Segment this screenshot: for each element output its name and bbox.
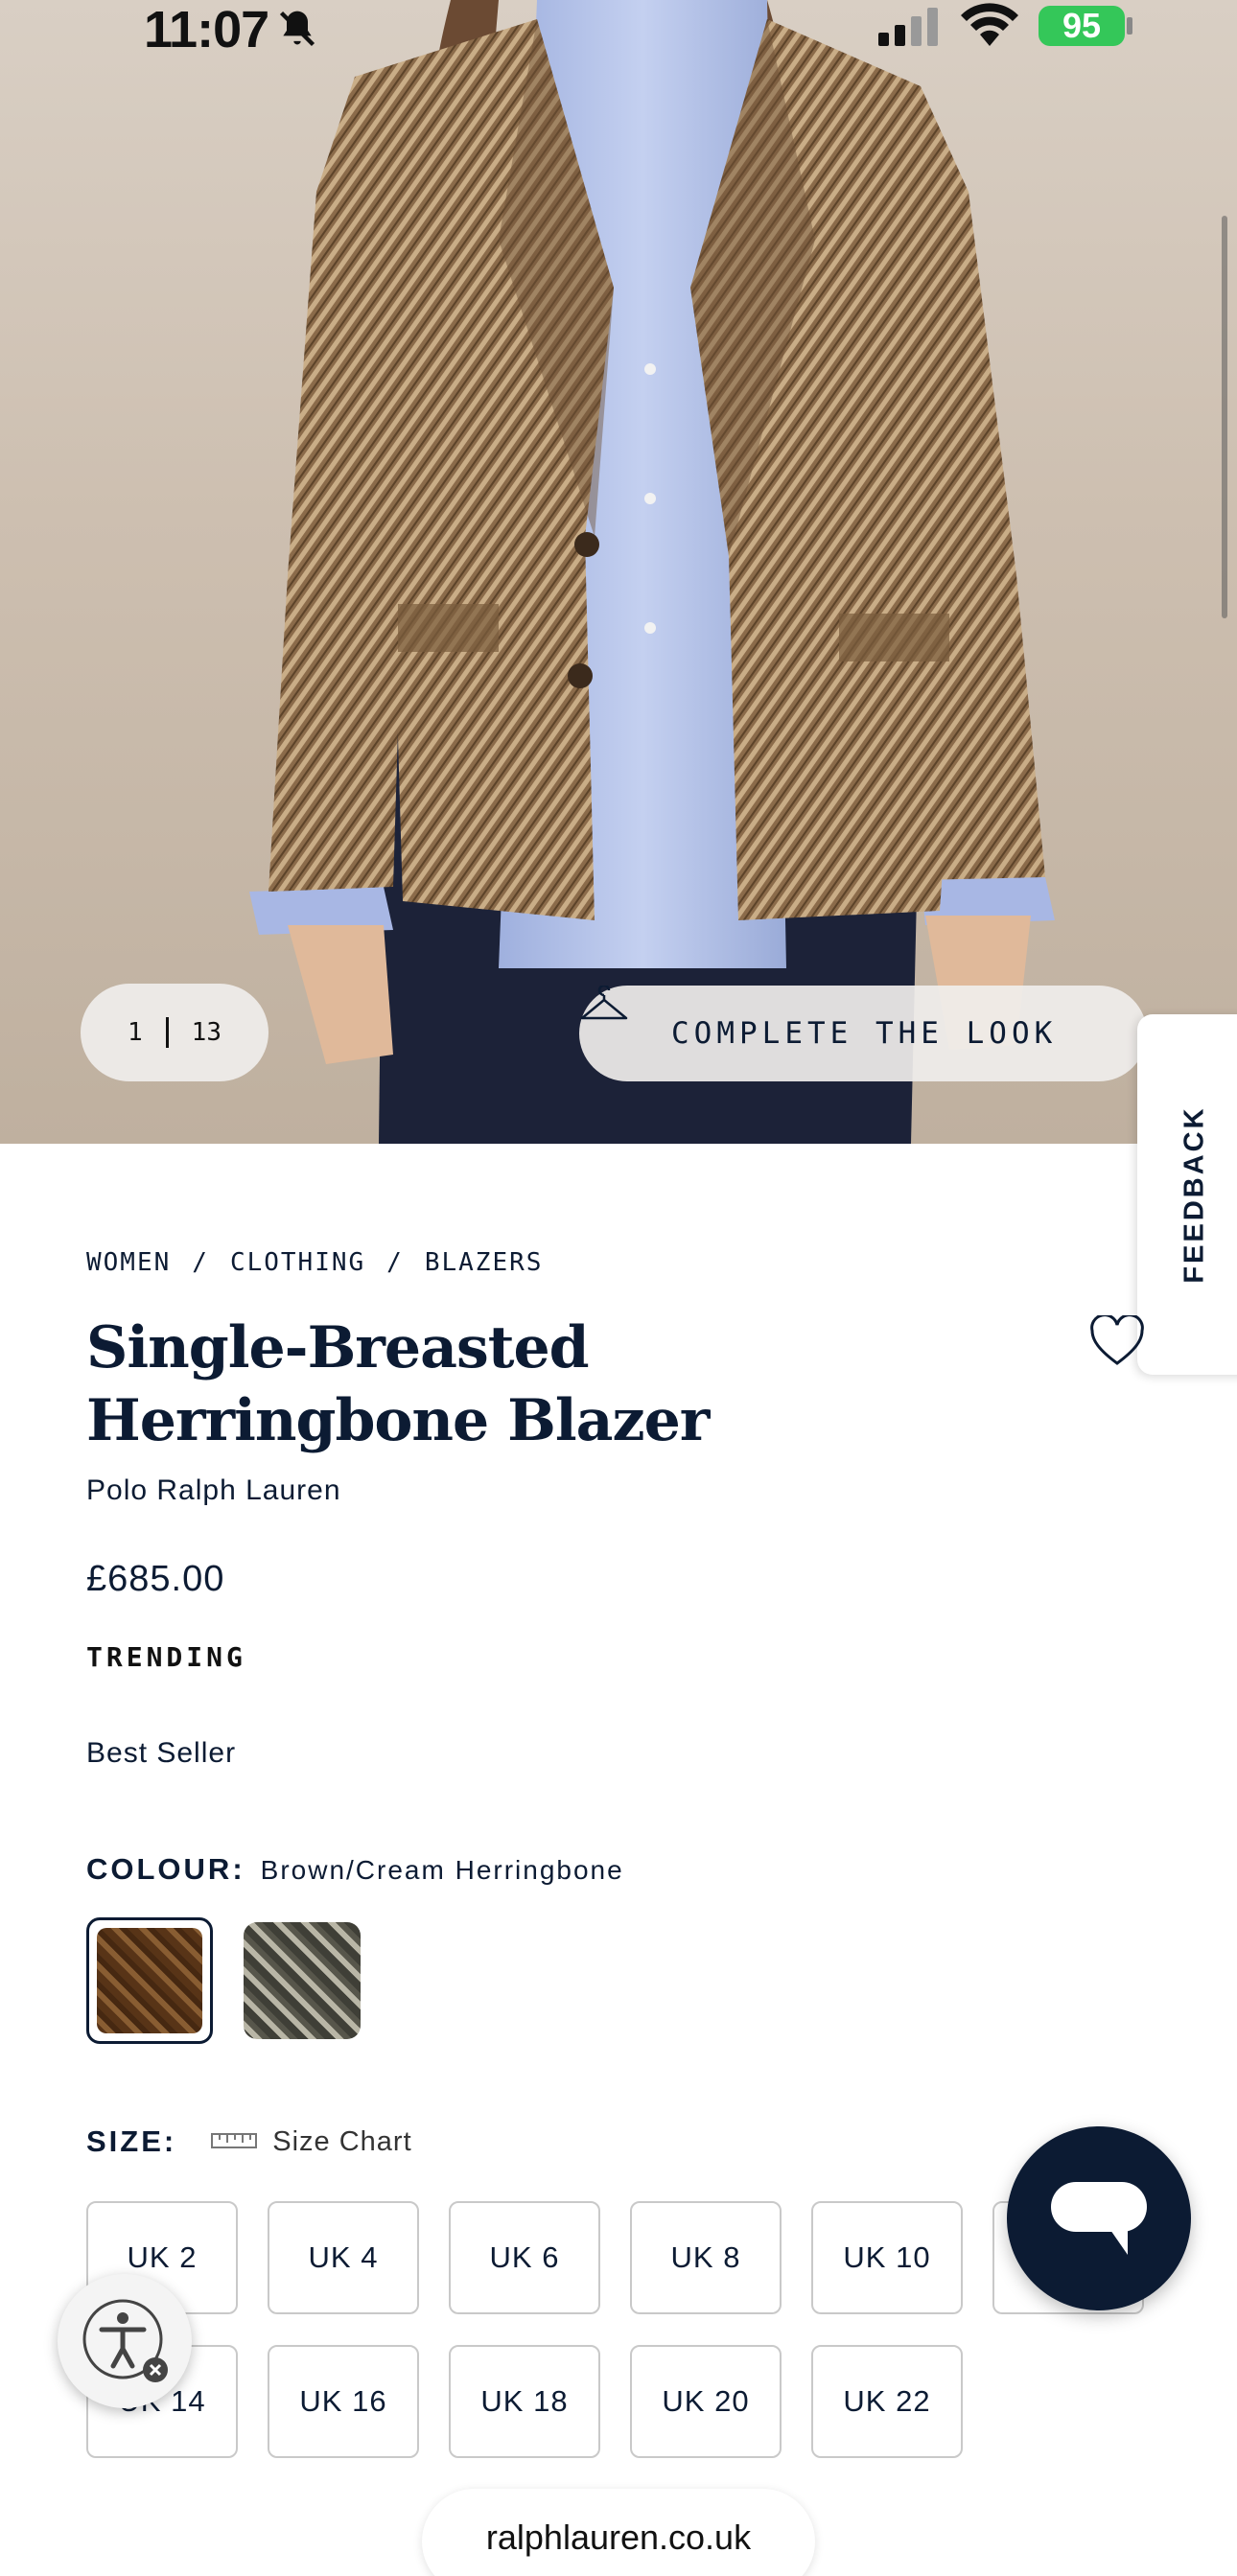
breadcrumb: WOMEN / CLOTHING / BLAZERS	[86, 1248, 543, 1277]
accessibility-icon	[79, 2295, 171, 2392]
colour-value: Brown/Cream Herringbone	[260, 1855, 624, 1885]
chat-button[interactable]	[1007, 2126, 1191, 2310]
size-option[interactable]: UK 8	[630, 2201, 782, 2314]
feedback-tab[interactable]: FEEDBACK	[1137, 1014, 1237, 1375]
breadcrumb-blazers[interactable]: BLAZERS	[425, 1248, 544, 1277]
size-option[interactable]: UK 20	[630, 2345, 782, 2458]
size-option[interactable]: UK 6	[449, 2201, 600, 2314]
size-option[interactable]: UK 4	[268, 2201, 419, 2314]
size-option[interactable]: UK 22	[811, 2345, 963, 2458]
size-chart-label: Size Chart	[272, 2125, 412, 2157]
blazer-photo	[249, 0, 1055, 1144]
product-price: £685.00	[86, 1559, 225, 1599]
image-pager: 1 13	[81, 984, 268, 1081]
size-option[interactable]: UK 10	[811, 2201, 963, 2314]
complete-the-look-label: COMPLETE THE LOOK	[671, 1016, 1058, 1051]
product-brand[interactable]: Polo Ralph Lauren	[86, 1474, 341, 1507]
url-text: ralphlauren.co.uk	[485, 2518, 752, 2557]
scrollbar[interactable]	[1222, 216, 1227, 618]
product-title: Single-Breasted Herringbone Blazer	[86, 1314, 710, 1454]
breadcrumb-clothing[interactable]: CLOTHING	[230, 1248, 365, 1277]
pager-separator	[165, 1017, 169, 1048]
heart-icon[interactable]	[1089, 1313, 1145, 1372]
swatch-texture	[97, 1928, 202, 2033]
trending-badge: TRENDING	[86, 1641, 246, 1673]
swatch-brown-herringbone[interactable]	[86, 1917, 213, 2044]
battery-cap	[1127, 17, 1132, 35]
swatch-texture	[244, 1922, 361, 2039]
chat-icon	[1051, 2182, 1147, 2263]
breadcrumb-women[interactable]: WOMEN	[86, 1248, 171, 1277]
accessibility-button[interactable]	[58, 2274, 192, 2408]
colour-row: COLOUR: Brown/Cream Herringbone	[86, 1852, 624, 1887]
colour-label: COLOUR:	[86, 1852, 245, 1886]
status-time: 11:07	[144, 1, 269, 58]
size-chart-link[interactable]: Size Chart	[211, 2126, 411, 2158]
size-option[interactable]: UK 16	[268, 2345, 419, 2458]
complete-the-look-button[interactable]: COMPLETE THE LOOK	[579, 986, 1147, 1081]
feedback-label: FEEDBACK	[1179, 1105, 1210, 1284]
product-image[interactable]: 11:07 95 1 13 COMPLETE THE LOOK	[0, 0, 1237, 1144]
browser-url-bar[interactable]: ralphlauren.co.uk	[422, 2489, 815, 2576]
ruler-icon	[211, 2126, 258, 2158]
best-seller-tag: Best Seller	[86, 1737, 237, 1769]
size-option[interactable]: UK 18	[449, 2345, 600, 2458]
swatch-grey-herringbone[interactable]	[244, 1922, 361, 2039]
battery-indicator: 95	[1039, 6, 1125, 46]
pager-total: 13	[191, 1018, 222, 1047]
breadcrumb-separator: /	[192, 1248, 209, 1277]
size-label: SIZE:	[86, 2124, 177, 2158]
size-row: SIZE: Size Chart	[86, 2124, 412, 2159]
breadcrumb-separator: /	[386, 1248, 404, 1277]
pager-current: 1	[128, 1018, 143, 1047]
